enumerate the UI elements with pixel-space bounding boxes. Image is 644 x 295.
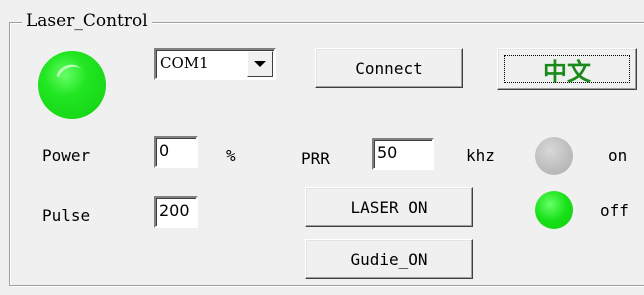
pulse-input[interactable]: 200 bbox=[154, 196, 198, 228]
prr-label: PRR bbox=[301, 149, 330, 168]
on-indicator-led bbox=[535, 137, 573, 175]
power-unit: % bbox=[226, 146, 236, 165]
groupbox-title: Laser_Control bbox=[22, 10, 152, 32]
pulse-label: Pulse bbox=[42, 206, 91, 225]
com-port-value: COM1 bbox=[160, 54, 209, 72]
power-label: Power bbox=[42, 146, 91, 165]
connection-status-led bbox=[38, 51, 106, 119]
power-input[interactable]: 0 bbox=[154, 136, 198, 168]
com-port-select[interactable]: COM1 bbox=[154, 48, 276, 80]
off-indicator-led bbox=[535, 191, 573, 229]
laser-on-button[interactable]: LASER ON bbox=[305, 187, 473, 227]
chevron-down-icon[interactable] bbox=[247, 51, 273, 77]
on-indicator-label: on bbox=[608, 146, 628, 165]
prr-unit: khz bbox=[466, 146, 495, 165]
guide-on-button[interactable]: Gudie_ON bbox=[305, 239, 473, 279]
focus-rectangle bbox=[504, 55, 630, 83]
connect-button[interactable]: Connect bbox=[315, 48, 463, 88]
language-toggle-button[interactable]: 中文 bbox=[497, 48, 637, 90]
prr-input[interactable]: 50 bbox=[372, 138, 434, 170]
off-indicator-label: off bbox=[600, 201, 629, 220]
